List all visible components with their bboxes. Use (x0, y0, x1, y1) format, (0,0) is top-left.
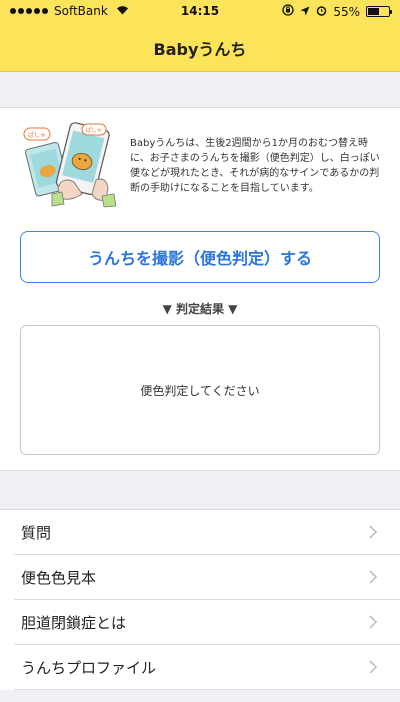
speech-bubble: ぱしゃ (81, 123, 107, 136)
baby-poop-photo-illustration: ぱしゃ ぱしゃ (23, 122, 117, 208)
chevron-right-icon (369, 570, 378, 584)
svg-text:ぱしゃ: ぱしゃ (28, 132, 46, 139)
battery-percent: 55% (333, 4, 360, 19)
status-bar: SoftBank 14:15 55% (0, 0, 400, 22)
chevron-right-icon (369, 615, 378, 629)
svg-text:ぱしゃ: ぱしゃ (86, 127, 103, 134)
menu-item-biliary-atresia[interactable]: 胆道閉鎖症とは (0, 600, 400, 645)
battery-level (368, 8, 379, 15)
result-heading: ▼ 判定結果 ▼ (162, 302, 238, 316)
app-screen: SoftBank 14:15 55% Babyうんち ぱしゃ ぱしゃ Babyう… (0, 0, 400, 702)
menu-item-label: 質問 (21, 524, 52, 542)
intro-section: ぱしゃ ぱしゃ Babyうんちは、生後2週間から1か月のおむつ替え時に、お子さま… (0, 108, 400, 220)
page-title: Babyうんち (153, 40, 247, 59)
chevron-right-icon (369, 660, 378, 674)
result-box: 便色判定してください (20, 325, 380, 455)
menu-list: 質問 便色色見本 胆道閉鎖症とは うんちプロファイル (0, 510, 400, 690)
location-arrow-icon (300, 5, 310, 19)
speech-bubble: ぱしゃ (23, 127, 51, 141)
capture-stool-button[interactable]: うんちを撮影（便色判定）する (20, 231, 380, 283)
orientation-lock-icon (282, 4, 294, 19)
menu-item-faq[interactable]: 質問 (0, 510, 400, 555)
app-description: Babyうんちは、生後2週間から1か月のおむつ替え時に、お子さまのうんちを撮影（… (130, 138, 380, 194)
section-spacer (0, 72, 400, 108)
menu-item-label: 便色色見本 (21, 569, 97, 587)
menu-item-label: うんちプロファイル (21, 659, 157, 677)
navigation-bar: SoftBank 14:15 55% Babyうんち (0, 0, 400, 72)
battery-icon (366, 6, 392, 17)
bottom-spacer (0, 690, 400, 702)
result-placeholder: 便色判定してください (140, 383, 260, 398)
menu-item-label: 胆道閉鎖症とは (21, 614, 127, 632)
menu-item-color-chart[interactable]: 便色色見本 (0, 555, 400, 600)
alarm-icon (316, 5, 327, 19)
chevron-right-icon (369, 525, 378, 539)
section-spacer (0, 470, 400, 510)
menu-item-stool-profile[interactable]: うんちプロファイル (0, 645, 400, 690)
